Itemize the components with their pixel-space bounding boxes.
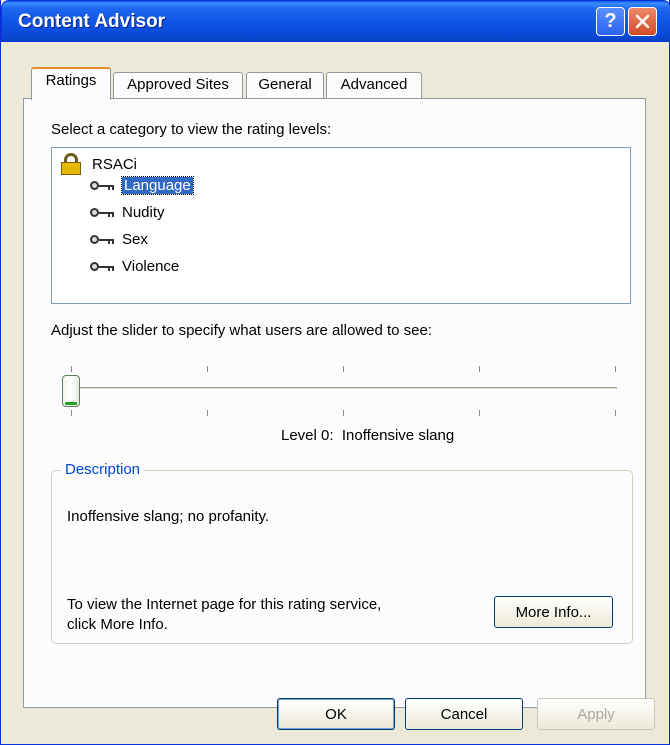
tree-item-label: Language [121, 176, 194, 195]
slider-track[interactable] [69, 387, 617, 390]
content-advisor-window: Content Advisor ? Ratings Approved Sites… [0, 0, 670, 745]
lock-icon [60, 153, 86, 175]
close-button[interactable] [628, 7, 657, 36]
key-icon [90, 179, 116, 193]
description-group-title: Description [61, 461, 145, 478]
slider-thumb[interactable] [62, 375, 80, 407]
slider-tick [71, 366, 72, 372]
rating-category-tree[interactable]: RSACi Language Nudity Sex Violence [51, 147, 631, 304]
apply-button[interactable]: Apply [537, 698, 655, 730]
tree-item-nudity[interactable]: Nudity [90, 204, 165, 221]
tree-item-violence[interactable]: Violence [90, 258, 179, 275]
slider-tick [343, 366, 344, 372]
ok-button[interactable]: OK [277, 698, 395, 730]
slider-tick [207, 410, 208, 416]
question-mark-icon: ? [604, 10, 617, 32]
tree-item-label: Violence [122, 258, 180, 275]
key-icon [90, 260, 116, 274]
more-info-button-label: More Info... [515, 603, 592, 621]
tree-item-label: Nudity [122, 204, 165, 221]
tree-item-sex[interactable]: Sex [90, 231, 148, 248]
slider-tick [479, 366, 480, 372]
more-info-hint-line1: To view the Internet page for this ratin… [67, 596, 382, 613]
tab-ratings-label: Ratings [45, 72, 97, 89]
tab-approved-sites-label: Approved Sites [127, 76, 229, 93]
tab-general[interactable]: General [246, 72, 324, 98]
tree-root-rsaci[interactable]: RSACi [60, 153, 137, 175]
slider-tick [71, 410, 72, 416]
more-info-hint-line2: click More Info. [67, 616, 168, 633]
slider-instruction-label: Adjust the slider to specify what users … [51, 322, 433, 339]
window-title: Content Advisor [18, 11, 166, 32]
category-instruction-label: Select a category to view the rating lev… [51, 121, 332, 138]
tab-advanced[interactable]: Advanced [326, 72, 422, 98]
title-bar[interactable]: Content Advisor ? [1, 0, 670, 42]
slider-tick [615, 366, 616, 372]
key-icon [90, 233, 116, 247]
level-text: Level 0: Inoffensive slang [281, 427, 455, 444]
tab-general-label: General [258, 76, 312, 93]
slider-tick [207, 366, 208, 372]
slider-tick [615, 410, 616, 416]
tab-advanced-label: Advanced [340, 76, 408, 93]
cancel-button-label: Cancel [440, 705, 488, 723]
cancel-button[interactable]: Cancel [405, 698, 523, 730]
close-icon [635, 14, 650, 29]
help-button[interactable]: ? [596, 7, 625, 36]
slider-tick [479, 410, 480, 416]
more-info-button[interactable]: More Info... [494, 596, 613, 628]
ok-button-label: OK [325, 705, 347, 723]
tab-ratings[interactable]: Ratings [31, 67, 111, 100]
tree-item-language[interactable]: Language [90, 176, 194, 195]
apply-button-label: Apply [577, 705, 615, 723]
slider-tick [343, 410, 344, 416]
description-text: Inoffensive slang; no profanity. [67, 508, 270, 525]
tree-item-label: Sex [122, 231, 148, 248]
key-icon [90, 206, 116, 220]
tab-approved-sites[interactable]: Approved Sites [113, 72, 243, 98]
tree-root-label: RSACi [92, 155, 138, 173]
